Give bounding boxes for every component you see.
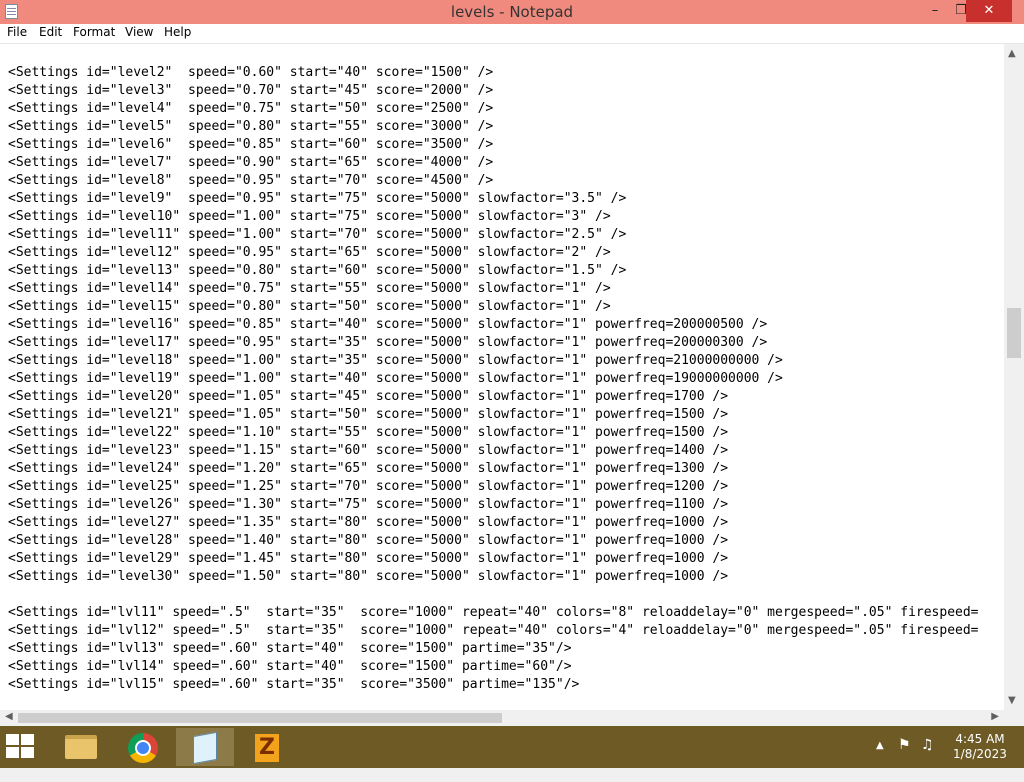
horizontal-scroll-thumb[interactable] xyxy=(18,713,502,723)
close-button[interactable]: ✕ xyxy=(966,0,1012,22)
clock-date: 1/8/2023 xyxy=(953,747,1007,761)
text-line[interactable]: <Settings id="level27" speed="1.35" star… xyxy=(8,514,979,532)
system-clock[interactable]: 4:45 AM 1/8/2023 xyxy=(950,732,1010,762)
taskbar-file-explorer[interactable] xyxy=(52,728,110,766)
text-line[interactable]: <Settings id="level16" speed="0.85" star… xyxy=(8,316,979,334)
text-line[interactable]: <Settings id="level20" speed="1.05" star… xyxy=(8,388,979,406)
window-title: levels - Notepad xyxy=(450,3,574,21)
text-line[interactable]: <Settings id="level28" speed="1.40" star… xyxy=(8,532,979,550)
text-line[interactable]: <Settings id="level7" speed="0.90" start… xyxy=(8,154,979,172)
taskbar-notepad[interactable] xyxy=(176,728,234,766)
text-line[interactable]: <Settings id="level13" speed="0.80" star… xyxy=(8,262,979,280)
file-explorer-icon xyxy=(65,735,97,759)
text-line[interactable]: <Settings id="level18" speed="1.00" star… xyxy=(8,352,979,370)
text-line[interactable]: <Settings id="level24" speed="1.20" star… xyxy=(8,460,979,478)
menu-view[interactable]: View xyxy=(125,25,153,39)
text-line[interactable]: <Settings id="lvl15" speed=".60" start="… xyxy=(8,676,979,694)
text-line[interactable]: <Settings id="level21" speed="1.05" star… xyxy=(8,406,979,424)
text-line[interactable]: <Settings id="level15" speed="0.80" star… xyxy=(8,298,979,316)
clock-time: 4:45 AM xyxy=(955,732,1005,746)
menu-help[interactable]: Help xyxy=(164,25,191,39)
text-line[interactable]: <Settings id="level19" speed="1.00" star… xyxy=(8,370,979,388)
vertical-scrollbar[interactable]: ▲ ▼ xyxy=(1004,44,1024,710)
text-line[interactable]: <Settings id="level30" speed="1.50" star… xyxy=(8,568,979,586)
scrollbar-corner xyxy=(1004,710,1024,726)
text-line[interactable]: <Settings id="level9" speed="0.95" start… xyxy=(8,190,979,208)
text-line[interactable]: <Settings id="level8" speed="0.95" start… xyxy=(8,172,979,190)
text-line[interactable]: <Settings id="level3" speed="0.70" start… xyxy=(8,82,979,100)
editor-content[interactable]: <Settings id="level2" speed="0.60" start… xyxy=(8,64,979,694)
text-line[interactable]: <Settings id="level6" speed="0.85" start… xyxy=(8,136,979,154)
show-hidden-icons-chevron-icon[interactable]: ▲ xyxy=(876,740,884,782)
chrome-icon xyxy=(128,733,158,763)
menu-bar: File Edit Format View Help xyxy=(0,24,1024,44)
menu-file[interactable]: File xyxy=(7,25,27,39)
taskbar-chrome[interactable] xyxy=(114,728,172,766)
text-line[interactable]: <Settings id="level23" speed="1.15" star… xyxy=(8,442,979,460)
text-line[interactable]: <Settings id="lvl11" speed=".5" start="3… xyxy=(8,604,979,622)
vertical-scroll-thumb[interactable] xyxy=(1007,308,1021,358)
text-line[interactable]: <Settings id="lvl12" speed=".5" start="3… xyxy=(8,622,979,640)
text-line[interactable]: <Settings id="level25" speed="1.25" star… xyxy=(8,478,979,496)
text-line[interactable]: <Settings id="level22" speed="1.10" star… xyxy=(8,424,979,442)
scroll-up-icon[interactable]: ▲ xyxy=(1008,48,1016,59)
scroll-down-icon[interactable]: ▼ xyxy=(1008,695,1016,706)
horizontal-scrollbar[interactable]: ◀ ▶ xyxy=(0,710,1004,726)
text-line[interactable]: <Settings id="lvl14" speed=".60" start="… xyxy=(8,658,979,676)
text-line[interactable]: <Settings id="level4" speed="0.75" start… xyxy=(8,100,979,118)
scroll-left-icon[interactable]: ◀ xyxy=(5,711,13,722)
text-line[interactable]: <Settings id="level26" speed="1.30" star… xyxy=(8,496,979,514)
speaker-icon[interactable]: ♫ xyxy=(921,737,934,779)
taskbar-app-z[interactable]: Z xyxy=(238,728,296,766)
notepad-icon xyxy=(193,731,217,765)
text-line[interactable]: <Settings id="level2" speed="0.60" start… xyxy=(8,64,979,82)
app-z-icon: Z xyxy=(255,734,279,762)
text-line[interactable]: <Settings id="level17" speed="0.95" star… xyxy=(8,334,979,352)
text-line[interactable] xyxy=(8,586,979,604)
text-line[interactable]: <Settings id="lvl13" speed=".60" start="… xyxy=(8,640,979,658)
menu-format[interactable]: Format xyxy=(73,25,115,39)
scroll-right-icon[interactable]: ▶ xyxy=(991,711,999,722)
text-line[interactable]: <Settings id="level12" speed="0.95" star… xyxy=(8,244,979,262)
action-center-flag-icon[interactable]: ⚑ xyxy=(898,737,911,779)
text-line[interactable]: <Settings id="level5" speed="0.80" start… xyxy=(8,118,979,136)
start-icon[interactable] xyxy=(6,734,36,760)
text-line[interactable]: <Settings id="level10" speed="1.00" star… xyxy=(8,208,979,226)
menu-edit[interactable]: Edit xyxy=(39,25,62,39)
minimize-button[interactable]: – xyxy=(922,0,948,22)
text-editor[interactable]: <Settings id="level2" speed="0.60" start… xyxy=(0,44,1004,710)
text-line[interactable]: <Settings id="level11" speed="1.00" star… xyxy=(8,226,979,244)
text-line[interactable]: <Settings id="level29" speed="1.45" star… xyxy=(8,550,979,568)
text-line[interactable]: <Settings id="level14" speed="0.75" star… xyxy=(8,280,979,298)
taskbar: Z ▲ ⚑ ♫ 4:45 AM 1/8/2023 xyxy=(0,726,1024,768)
title-bar[interactable]: levels - Notepad – ❐ ✕ xyxy=(0,0,1024,24)
